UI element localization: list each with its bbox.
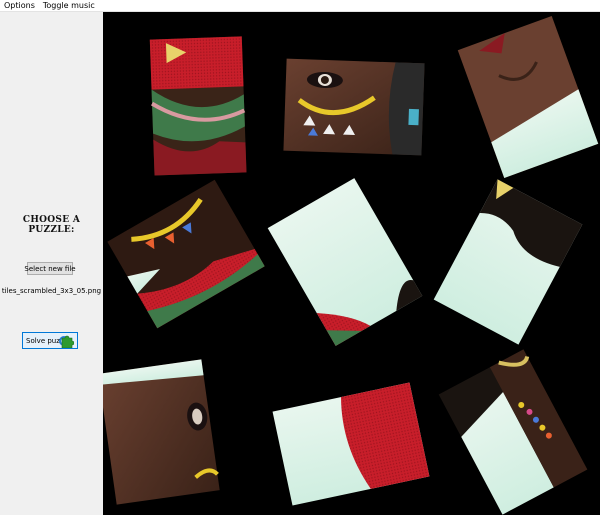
current-filename: tiles_scrambled_3x3_05.png	[1, 287, 102, 295]
puzzle-board[interactable]	[103, 12, 600, 515]
tile-6[interactable]	[433, 179, 583, 345]
tiles-canvas	[103, 15, 599, 515]
tile-3[interactable]	[457, 15, 599, 179]
solve-button-label: Solve puz	[26, 336, 60, 345]
tile-7[interactable]	[103, 359, 220, 505]
tile-9[interactable]	[438, 349, 588, 515]
tile-1[interactable]	[149, 36, 247, 176]
tile-5[interactable]	[267, 178, 423, 346]
sidebar: Choose a puzzle: Select new file tiles_s…	[0, 12, 103, 515]
tile-4[interactable]	[107, 179, 265, 329]
menu-options[interactable]: Options	[0, 0, 39, 12]
tile-2[interactable]	[283, 58, 425, 156]
menu-toggle-music[interactable]: Toggle music	[39, 0, 99, 12]
tile-8[interactable]	[272, 382, 430, 506]
menu-bar: Options Toggle music	[0, 0, 600, 12]
choose-puzzle-heading: Choose a puzzle:	[22, 215, 81, 235]
select-new-file-button[interactable]: Select new file	[24, 262, 76, 275]
puzzle-piece-icon	[61, 335, 74, 348]
solve-puzzle-button[interactable]: Solve puz	[22, 332, 78, 349]
